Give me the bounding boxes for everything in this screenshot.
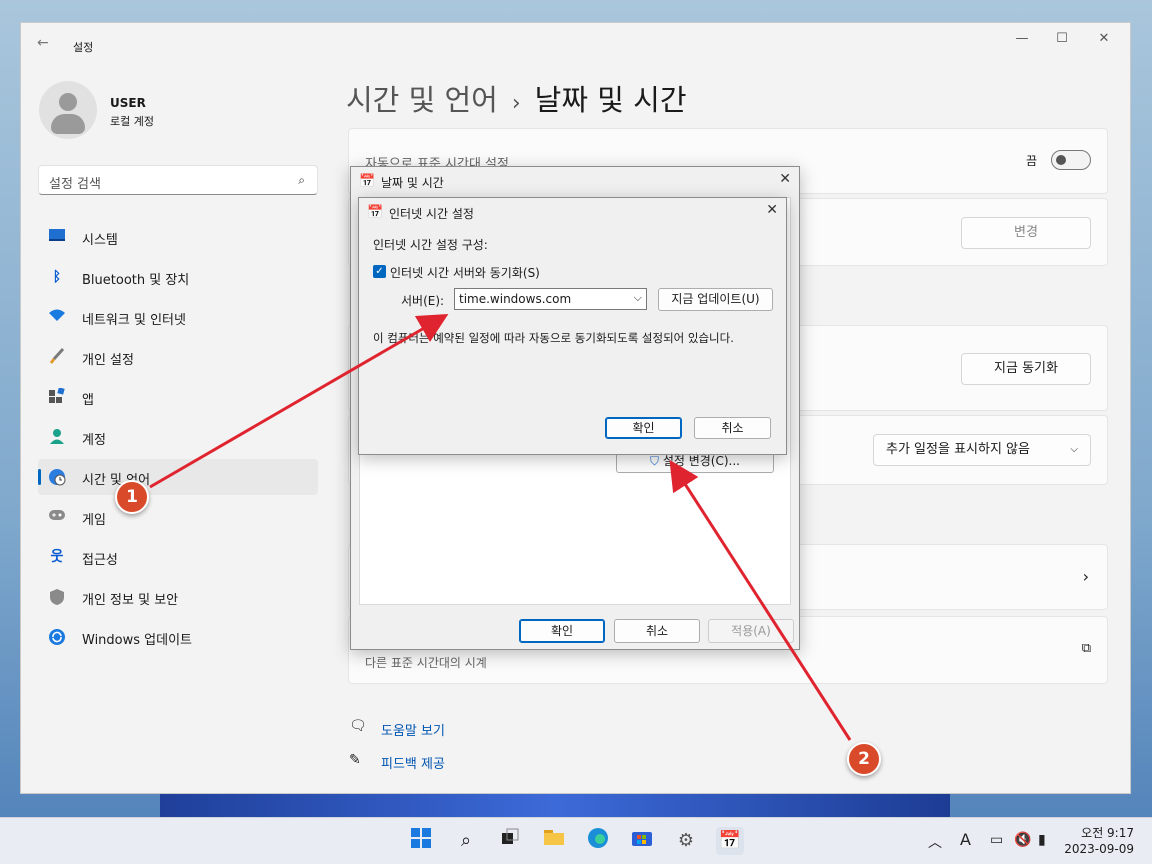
display-icon[interactable]: ▭ — [990, 832, 1003, 848]
volume-muted-icon[interactable]: 🔇 — [1014, 832, 1031, 848]
annotation-arrows — [149, 313, 852, 741]
input-indicator-icon[interactable]: A — [960, 830, 971, 849]
task-view-icon[interactable] — [496, 827, 524, 855]
clock-date: 2023-09-09 — [1064, 842, 1134, 856]
settings-icon[interactable]: ⚙ — [672, 827, 700, 855]
clock-time: 오전 9:17 — [1081, 826, 1134, 840]
windows-start-icon[interactable] — [407, 827, 435, 855]
edge-icon[interactable] — [584, 827, 612, 855]
file-explorer-icon[interactable] — [540, 827, 568, 855]
annotation-marker-1: 1 — [115, 480, 149, 514]
clock[interactable]: 오전 9:17 2023-09-09 — [1064, 825, 1134, 857]
battery-icon[interactable]: ▮ — [1038, 832, 1046, 848]
chevron-up-icon[interactable]: ︿ — [928, 832, 942, 852]
annotation-marker-2: 2 — [847, 742, 881, 776]
annotation-arrow-1 — [149, 313, 449, 489]
store-icon[interactable] — [628, 827, 656, 855]
taskbar: ⌕ ⚙ 📅 ︿ A ▭ 🔇 ▮ 오전 9:17 2023-09-09 — [0, 817, 1152, 864]
datetime-app-icon[interactable]: 📅 — [716, 827, 744, 855]
search-icon[interactable]: ⌕ — [452, 827, 480, 855]
annotation-arrow-2 — [669, 459, 852, 741]
